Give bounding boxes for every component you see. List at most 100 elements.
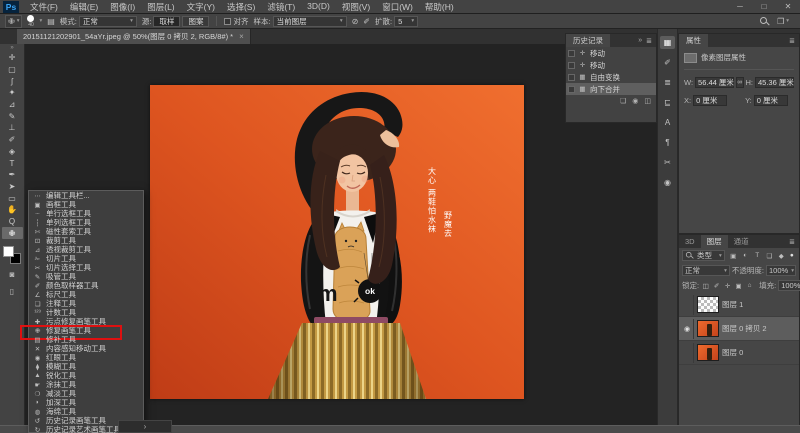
menu-item[interactable]: 帮助(H) [419,1,460,13]
foreground-color-swatch[interactable] [3,246,14,257]
history-state[interactable]: ▦ 向下合并 [566,83,656,95]
document-tab[interactable]: 20151121202901_54aYr.jpeg @ 50%(图层 0 拷贝 … [17,29,251,44]
collapse-panel-icon[interactable]: » [638,37,642,45]
toolbar-tool[interactable]: ◈ [2,146,23,158]
dock-panel-icon[interactable]: ▦ [660,36,675,49]
window-control-button[interactable]: ✕ [776,2,800,11]
filter-toggle-icon[interactable]: ● [788,252,796,259]
layer-row[interactable]: 图层 0 拷贝 2 [679,317,799,341]
layer-thumbnail[interactable] [697,296,719,313]
layer-name[interactable]: 图层 0 [722,347,743,358]
toolbar-tool[interactable]: ✙ [1,227,23,239]
layer-visibility-toggle[interactable] [681,318,694,339]
toolbar-tool[interactable]: ▭ [2,192,23,204]
layer-row[interactable]: 图层 1 [679,293,799,317]
toolbar-tool[interactable]: ✋ [2,204,23,216]
color-swatches[interactable] [3,246,21,264]
toolbar-tool[interactable]: ▢ [2,64,23,76]
layer-filter-select[interactable]: 类型 ▾ [682,250,725,261]
lock-option-icon[interactable]: ⌂ [745,282,754,290]
fill-field[interactable]: 100% ▾ [778,280,800,291]
properties-tab[interactable]: 属性 [679,34,708,47]
history-state[interactable]: ▦ 自由变换 [566,71,656,83]
source-pattern-button[interactable]: 图案 [182,15,210,27]
pen-pressure-icon[interactable]: ✐ [363,17,370,26]
chevron-down-icon[interactable]: ▾ [39,18,42,24]
width-field[interactable]: 56.44 厘米 [695,77,735,88]
dock-panel-icon[interactable]: ◉ [660,176,675,189]
toolbar-tool[interactable]: ⊿ [2,99,23,111]
menu-item[interactable]: 滤镜(T) [261,1,301,13]
toolbar-tool[interactable]: ⊥ [2,122,23,134]
layer-filter-icon[interactable]: ❏ [765,252,774,260]
toolbar-tool[interactable]: ✦ [2,87,23,99]
history-state[interactable]: ✛ 移动 [566,59,656,71]
lock-option-icon[interactable]: ✛ [723,282,732,290]
toolbar-tool[interactable]: ➤ [2,181,23,193]
current-tool-chip[interactable]: ✙ ▾ [5,14,23,28]
panel-tab[interactable]: 3D [679,235,701,248]
opacity-field[interactable]: 100% ▾ [766,265,796,276]
panel-menu-icon[interactable]: ≣ [789,238,795,246]
lock-option-icon[interactable]: ▣ [734,282,743,290]
history-source-checkbox[interactable] [568,61,575,69]
menu-item[interactable]: 窗口(W) [376,1,419,13]
menu-item[interactable]: 图层(L) [141,1,180,13]
y-field[interactable]: 0 厘米 [753,95,788,106]
layer-filter-icon[interactable]: T [753,252,762,260]
history-tab[interactable]: 历史记录 [566,34,610,47]
panel-menu-icon[interactable]: ≣ [646,37,652,45]
panel-menu-icon[interactable]: ≣ [789,37,795,45]
layer-thumbnail[interactable] [697,344,719,361]
source-sampled-button[interactable]: 取样 [153,15,181,27]
sample-select[interactable]: 当前图层 ▾ [272,15,347,27]
taskbar-chevron-button[interactable]: › [118,420,172,433]
toolbar-tool[interactable]: ʃ [2,75,23,87]
toolbar-tool[interactable]: ✎ [2,110,23,122]
dock-panel-icon[interactable]: ⊑ [660,96,675,109]
history-source-checkbox[interactable] [568,85,575,93]
menu-item[interactable]: 文字(Y) [181,1,221,13]
layer-name[interactable]: 图层 0 拷贝 2 [722,323,767,334]
toolbar-tool[interactable]: ✛ [2,52,23,64]
toolbar-tool[interactable]: T [2,157,23,169]
quick-mask-icon[interactable]: ◙ [2,268,23,281]
document-image[interactable]: m ok 大心 两鞋怕水袜 野魔去 [150,85,524,399]
menu-item[interactable]: 视图(V) [336,1,376,13]
lock-option-icon[interactable]: ✐ [712,282,721,290]
toolbar-tool[interactable]: ✒ [2,169,23,181]
menu-item[interactable]: 3D(D) [301,1,336,13]
history-footer-icon[interactable]: ◉ [632,97,638,105]
menu-item[interactable]: 文件(F) [24,1,64,13]
dock-panel-icon[interactable]: ✂ [660,156,675,169]
height-field[interactable]: 45.36 厘米 [755,77,794,88]
layer-thumbnail[interactable] [697,320,719,337]
layer-name[interactable]: 图层 1 [722,299,743,310]
layer-row[interactable]: 图层 0 [679,341,799,365]
layer-visibility-toggle[interactable] [681,342,694,363]
toolbar-expand-icon[interactable]: » [10,44,13,52]
history-source-checkbox[interactable] [568,49,575,57]
screen-mode-icon[interactable]: ▯ [2,285,23,298]
window-control-button[interactable]: □ [752,2,776,11]
layer-filter-icon[interactable]: ◆ [777,252,786,260]
dock-panel-icon[interactable]: ¶ [660,136,675,149]
search-icon[interactable] [760,16,769,26]
dock-panel-icon[interactable]: ✐ [660,56,675,69]
history-footer-icon[interactable]: ❏ [620,97,626,105]
window-control-button[interactable]: ─ [728,2,752,11]
diffusion-select[interactable]: 5 ▾ [394,15,419,27]
menu-item[interactable]: 图像(I) [104,1,141,13]
history-state[interactable]: ✛ 移动 [566,47,656,59]
toolbar-tool[interactable]: Q [2,216,23,228]
panel-tab[interactable]: 通道 [728,235,755,248]
panel-tab[interactable]: 图层 [700,235,728,248]
dock-panel-icon[interactable]: ≣ [660,76,675,89]
brush-panel-toggle-icon[interactable]: ▤ [47,17,55,26]
menu-item[interactable]: 编辑(E) [64,1,104,13]
layer-filter-icon[interactable]: ▣ [729,252,738,260]
blend-mode-select[interactable]: 正常 ▾ [682,265,730,276]
x-field[interactable]: 0 厘米 [693,95,728,106]
history-source-checkbox[interactable] [568,73,575,81]
workspace-switcher[interactable]: ❒ ▾ [777,17,789,26]
